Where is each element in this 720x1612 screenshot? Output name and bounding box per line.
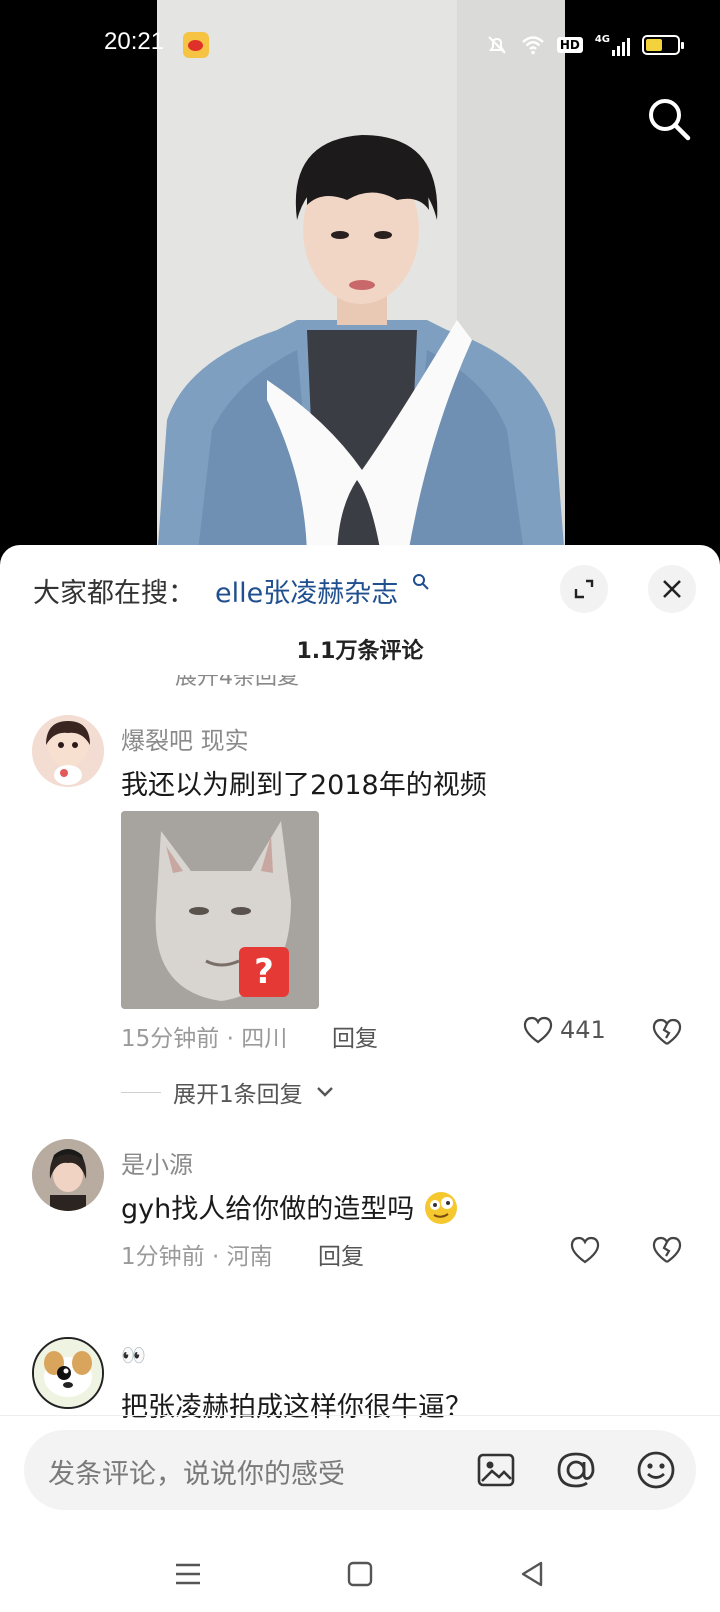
hot-search-label: 大家都在搜： <box>33 578 195 609</box>
broken-heart-icon[interactable] <box>650 1015 684 1049</box>
like-count: 441 <box>560 1016 606 1044</box>
expand-replies-button[interactable]: 展开1条回复 <box>121 1075 335 1109</box>
comment-text-body: gyh找人给你做的造型吗 <box>121 1194 415 1225</box>
comment-input-bar[interactable]: 发条评论，说说你的感受 <box>24 1430 696 1510</box>
status-time: 20:21 <box>104 28 165 55</box>
comment-meta: 15分钟前 · 四川 <box>121 1026 288 1052</box>
reply-button[interactable]: 回复 <box>318 1237 364 1271</box>
wifi-icon <box>522 36 544 55</box>
comment-meta: 1分钟前 · 河南 <box>121 1244 273 1270</box>
image-icon[interactable] <box>476 1450 516 1490</box>
avatar-image <box>34 1339 102 1407</box>
expand-button[interactable] <box>560 565 608 613</box>
comment-count: 1.1万条评论 <box>296 639 424 664</box>
comment-text: 把张凌赫拍成这样你很牛逼？ <box>121 1392 472 1423</box>
hd-badge: HD <box>556 37 583 53</box>
reply-button[interactable]: 回复 <box>332 1019 378 1053</box>
comment-text: gyh找人给你做的造型吗 <box>121 1187 459 1226</box>
search-small-icon[interactable] <box>412 573 430 591</box>
at-icon[interactable] <box>556 1450 596 1490</box>
expand-replies-label: 展开1条回复 <box>173 1082 303 1108</box>
image-badge: ? <box>254 952 274 992</box>
avatar-image <box>32 1139 104 1211</box>
video-area[interactable]: 20:21 HD 4G <box>0 0 720 560</box>
chevron-down-icon <box>316 1087 333 1097</box>
mute-bell-icon <box>488 36 506 54</box>
truncated-thread-toggle[interactable]: 展开4条回复 <box>175 675 299 689</box>
like-button[interactable]: 441 <box>522 1015 606 1045</box>
broken-heart-icon[interactable] <box>650 1233 684 1267</box>
comment-image[interactable]: ? <box>121 811 319 1009</box>
menu-icon[interactable] <box>168 1554 208 1594</box>
weibo-app-icon <box>183 32 209 58</box>
comment-text: 我还以为刷到了2018年的视频 <box>121 770 487 801</box>
system-nav-bar <box>0 1540 720 1612</box>
heart-icon <box>523 1016 553 1044</box>
heart-icon[interactable] <box>568 1233 602 1267</box>
expand-icon <box>574 579 594 599</box>
thread-divider <box>121 1091 161 1093</box>
username[interactable]: 👀 <box>121 1343 146 1367</box>
sheet-header: 大家都在搜： elle张凌赫杂志 <box>0 545 720 625</box>
avatar-image <box>32 715 104 787</box>
username[interactable]: 是小源 <box>121 1145 193 1180</box>
status-bar: 20:21 HD 4G <box>0 0 720 90</box>
avatar[interactable] <box>32 1139 104 1211</box>
input-divider <box>0 1415 720 1416</box>
hot-search-link[interactable]: elle张凌赫杂志 <box>215 571 398 610</box>
close-button[interactable] <box>648 565 696 613</box>
back-icon[interactable] <box>512 1554 552 1594</box>
close-icon <box>663 580 681 598</box>
battery-icon <box>642 35 684 55</box>
avatar[interactable] <box>32 1337 104 1409</box>
network-type: 4G <box>594 34 610 45</box>
status-icons: HD 4G <box>485 30 684 60</box>
avatar[interactable] <box>32 715 104 787</box>
home-icon[interactable] <box>340 1554 380 1594</box>
signal-icon: 4G <box>595 34 630 56</box>
search-icon[interactable] <box>646 96 692 142</box>
emoji-icon[interactable] <box>636 1450 676 1490</box>
comment-input[interactable]: 发条评论，说说你的感受 <box>48 1452 345 1491</box>
emoji-icon <box>424 1192 457 1224</box>
username[interactable]: 爆裂吧 现实 <box>121 721 249 756</box>
meme-image: ? <box>121 811 319 1009</box>
